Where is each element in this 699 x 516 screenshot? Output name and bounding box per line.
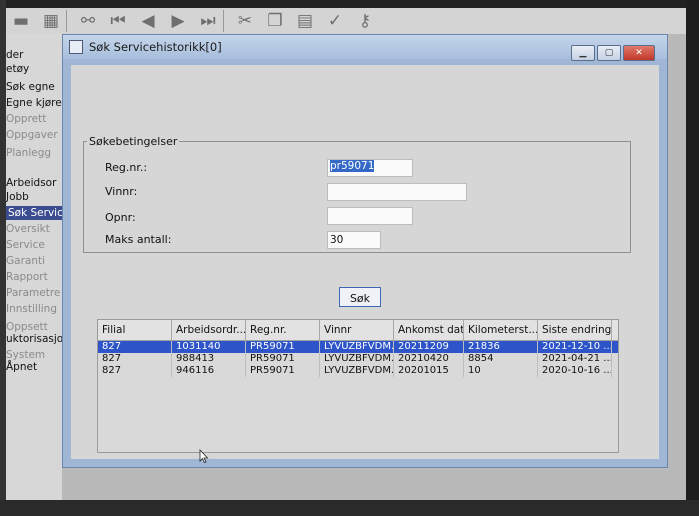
table-cell: LYVUZBFVDM...	[320, 341, 394, 353]
sidebar-item[interactable]: Innstilling	[6, 302, 57, 316]
regnr-label: Reg.nr.:	[105, 161, 148, 174]
sidebar-item[interactable]: Oversikt	[6, 222, 50, 236]
table-cell: 8854	[464, 353, 538, 365]
sidebar-item[interactable]: Søk Servic	[6, 206, 62, 220]
column-header[interactable]: Filial	[98, 320, 172, 340]
minimize-button[interactable]: ▁	[571, 45, 595, 61]
sidebar-item[interactable]: Søk egne	[6, 80, 55, 94]
opnr-input[interactable]	[327, 207, 413, 225]
table-cell: 827	[98, 341, 172, 353]
table-cell: 20210420	[394, 353, 464, 365]
column-header[interactable]: Arbeidsordr...	[172, 320, 246, 340]
search-button[interactable]: Søk	[339, 287, 381, 307]
maks-antall-input[interactable]	[327, 231, 381, 249]
sidebar-item[interactable]: Arbeidsor	[6, 176, 56, 190]
sidebar-item[interactable]: uktorisasjon	[6, 332, 62, 346]
table-cell: PR59071	[246, 353, 320, 365]
last-icon[interactable]: ⏭	[193, 10, 223, 32]
window-titlebar[interactable]: Søk Servicehistorikk[0] ▁ ▢ ✕	[63, 35, 667, 61]
regnr-input[interactable]: pr59071	[327, 159, 413, 177]
first-icon[interactable]: ⏮	[103, 10, 133, 32]
binoculars-icon[interactable]: ⚯	[73, 10, 103, 32]
table-cell: 10	[464, 365, 538, 377]
table-row[interactable]: 827 1031140 PR59071 LYVUZBFVDM... 20211209 21…	[98, 341, 618, 353]
table-cell: 2021-12-10 ...	[538, 341, 612, 353]
table-cell: 827	[98, 365, 172, 377]
maks-antall-label: Maks antall:	[105, 233, 172, 246]
toolbar-separator	[66, 10, 73, 32]
results-table-header: Filial Arbeidsordr... Reg.nr. Vinnr Ankomst …	[98, 320, 618, 341]
mouse-cursor-icon	[199, 449, 209, 463]
table-cell: 2020-10-16 ...	[538, 365, 612, 377]
grid-icon[interactable]: ▦	[36, 10, 66, 32]
sidebar-item[interactable]: Rapport	[6, 270, 48, 284]
table-cell: LYVUZBFVDM...	[320, 365, 394, 377]
table-cell: 988413	[172, 353, 246, 365]
table-cell: 827	[98, 353, 172, 365]
sidebar-item[interactable]: etøy	[6, 62, 29, 76]
key-icon[interactable]: ⚷	[350, 10, 380, 32]
toolbar-separator	[223, 10, 230, 32]
vinnr-input[interactable]	[327, 183, 467, 201]
window-app-icon	[69, 40, 83, 54]
sidebar-item[interactable]: der	[6, 48, 23, 62]
table-cell: 2021-04-21 ...	[538, 353, 612, 365]
maximize-button[interactable]: ▢	[597, 45, 621, 61]
regnr-selected-value: pr59071	[330, 160, 375, 172]
table-row[interactable]: 827 946116 PR59071 LYVUZBFVDM... 20201015 10 2…	[98, 365, 618, 377]
disk-icon[interactable]: ▬	[6, 10, 36, 32]
sidebar-item[interactable]: Garanti	[6, 254, 45, 268]
next-icon[interactable]: ▶	[163, 10, 193, 32]
table-cell: 946116	[172, 365, 246, 377]
column-header[interactable]: Ankomst dato	[394, 320, 464, 340]
sidebar-item[interactable]: Åpnet	[6, 360, 37, 374]
table-cell: PR59071	[246, 365, 320, 377]
table-row[interactable]: 827 988413 PR59071 LYVUZBFVDM... 20210420 885…	[98, 353, 618, 365]
results-table: Filial Arbeidsordr... Reg.nr. Vinnr Ankomst …	[97, 319, 619, 453]
prev-icon[interactable]: ◀	[133, 10, 163, 32]
column-header[interactable]: Siste endring	[538, 320, 612, 340]
window-title: Søk Servicehistorikk[0]	[89, 40, 222, 54]
monitor-bezel-right	[686, 0, 699, 516]
close-button[interactable]: ✕	[623, 45, 655, 61]
paste-icon[interactable]: ▤	[290, 10, 320, 32]
cut-icon[interactable]: ✂	[230, 10, 260, 32]
table-cell: 1031140	[172, 341, 246, 353]
opnr-label: Opnr:	[105, 211, 136, 224]
sidebar-item[interactable]: Opprett	[6, 112, 46, 126]
table-cell: 20201015	[394, 365, 464, 377]
sidebar-item[interactable]: Egne kjøre	[6, 96, 62, 110]
sidebar-item[interactable]: Parametre	[6, 286, 60, 300]
sidebar-item[interactable]: Oppgaver	[6, 128, 58, 142]
search-service-history-window: Søk Servicehistorikk[0] ▁ ▢ ✕ Søkebeting…	[62, 34, 668, 468]
table-cell: PR59071	[246, 341, 320, 353]
sidebar-item[interactable]: Jobb	[6, 190, 29, 204]
check-icon[interactable]: ✓	[320, 10, 350, 32]
results-table-body: 827 1031140 PR59071 LYVUZBFVDM... 20211209 21…	[98, 341, 618, 377]
vinnr-label: Vinnr:	[105, 185, 138, 198]
sidebar-item[interactable]: Planlegg	[6, 146, 51, 160]
monitor-bezel-bottom	[0, 500, 699, 516]
search-criteria-legend: Søkebetingelser	[87, 135, 180, 148]
sidebar-item[interactable]: Service	[6, 238, 45, 252]
column-header[interactable]: Kilometerst...	[464, 320, 538, 340]
toolbar: ▬ ▦ ⚯ ⏮ ◀ ▶ ⏭ ✂ ❐ ▤ ✓ ⚷	[6, 8, 686, 34]
table-cell: 20211209	[394, 341, 464, 353]
column-header[interactable]: Reg.nr.	[246, 320, 320, 340]
sidebar: der etøy Søk egne Egne kjøre Opprett Oppgaver…	[6, 34, 62, 500]
table-cell: 21836	[464, 341, 538, 353]
column-header[interactable]: Vinnr	[320, 320, 394, 340]
table-cell: LYVUZBFVDM...	[320, 353, 394, 365]
window-content: Søkebetingelser Reg.nr.: pr59071 Vinnr: …	[71, 65, 659, 459]
copy-icon[interactable]: ❐	[260, 10, 290, 32]
